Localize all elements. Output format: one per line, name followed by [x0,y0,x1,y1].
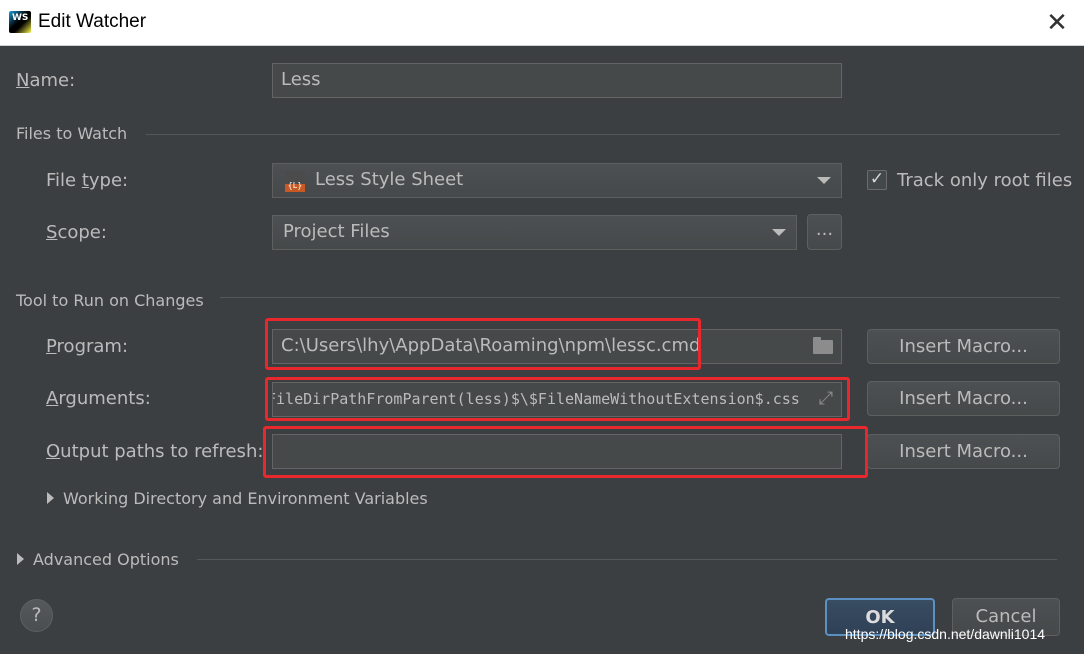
chevron-down-icon [772,229,786,236]
less-file-icon-text: {L} [287,181,303,190]
advanced-options-toggle[interactable]: Advanced Options [33,550,179,569]
file-type-label: File type: [46,170,129,191]
insert-macro-output-button[interactable]: Insert Macro... [867,434,1060,469]
scope-value: Project Files [283,221,390,242]
help-button[interactable]: ? [20,599,53,632]
files-to-watch-header: Files to Watch [16,124,128,143]
webstorm-app-icon: WS [9,11,31,33]
tool-to-run-header: Tool to Run on Changes [16,291,204,310]
help-icon: ? [31,604,42,626]
folder-icon-tab [813,337,821,341]
insert-macro-program-button[interactable]: Insert Macro... [867,329,1060,364]
section-divider [197,559,1057,560]
scope-browse-button[interactable]: ... [807,214,842,250]
window-title: Edit Watcher [38,11,147,32]
name-label: Name: [16,70,76,91]
track-only-root-checkbox[interactable]: ✓ [867,170,887,190]
section-divider [146,134,1060,135]
chevron-down-icon [817,177,831,184]
name-input[interactable]: Less [272,63,842,98]
file-type-dropdown[interactable]: {L} Less Style Sheet [272,163,842,198]
section-divider [220,297,1060,298]
highlight-box-output-paths [263,426,868,478]
file-type-value: Less Style Sheet [315,169,464,190]
edit-watcher-dialog: Name: Less Files to Watch File type: {L}… [0,46,1084,654]
highlight-box-arguments [265,377,850,421]
scope-label: Scope: [46,222,107,243]
highlight-box-program [265,318,701,370]
program-label: Program: [46,336,129,357]
watermark: https://blog.csdn.net/dawnli1014 [845,626,1046,642]
scope-dropdown[interactable]: Project Files [272,215,797,250]
output-paths-label: Output paths to refresh: [46,441,264,462]
close-icon[interactable]: ✕ [1044,10,1070,36]
arguments-label: Arguments: [46,388,151,409]
title-bar: WS Edit Watcher ✕ [0,0,1084,46]
track-only-root-label: Track only root files [897,170,1073,191]
expand-triangle-icon[interactable] [17,553,24,565]
folder-icon[interactable] [813,340,833,354]
insert-macro-arguments-button[interactable]: Insert Macro... [867,381,1060,416]
expand-triangle-icon[interactable] [47,492,54,504]
working-directory-toggle[interactable]: Working Directory and Environment Variab… [63,489,428,508]
